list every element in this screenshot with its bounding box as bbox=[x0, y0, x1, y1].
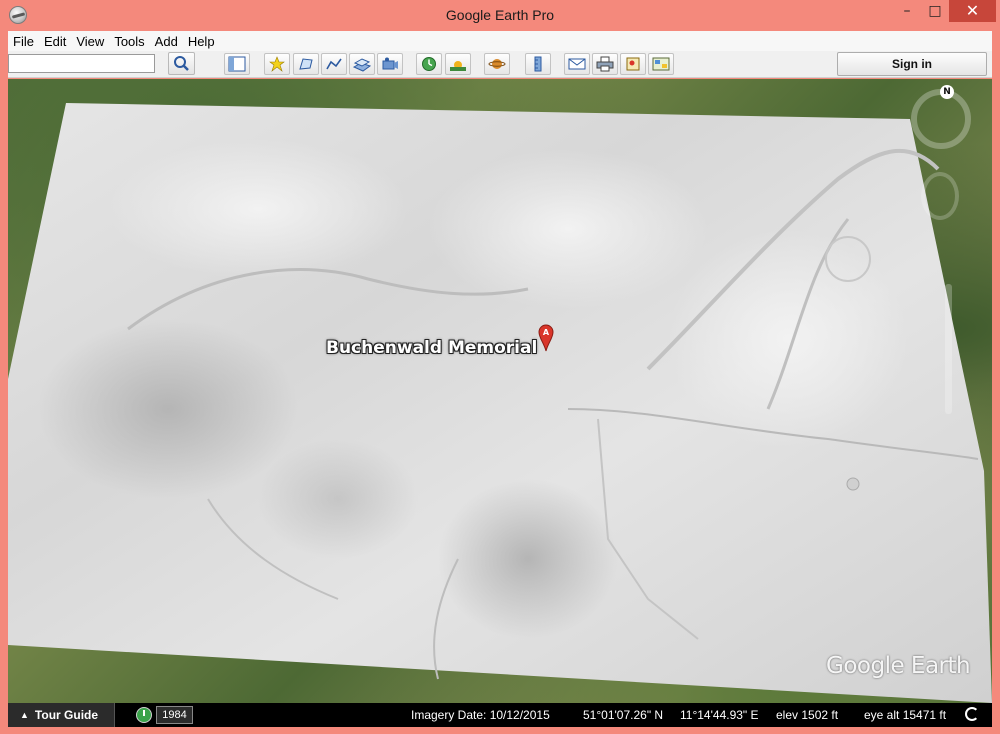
historical-imagery-button[interactable] bbox=[416, 53, 442, 75]
print-button[interactable] bbox=[592, 53, 618, 75]
tour-guide-label: Tour Guide bbox=[34, 708, 99, 722]
save-image-button[interactable] bbox=[620, 53, 646, 75]
view-in-maps-button[interactable] bbox=[648, 53, 674, 75]
eye-altitude-readout: eye alt 15471 ft bbox=[864, 708, 947, 722]
compass-north-icon[interactable]: N bbox=[940, 85, 954, 99]
view-in-maps-icon bbox=[652, 57, 670, 71]
email-button[interactable] bbox=[564, 53, 590, 75]
placemark-pin-icon[interactable]: A bbox=[538, 324, 554, 352]
menu-tools[interactable]: Tools bbox=[109, 34, 149, 49]
image-overlay-icon bbox=[353, 58, 371, 72]
app-window: Google Earth Pro – □ ✕ File Edit View To… bbox=[0, 0, 1000, 734]
save-image-icon bbox=[626, 57, 640, 71]
elevation-readout: elev 1502 ft bbox=[776, 708, 839, 722]
planets-icon bbox=[488, 59, 506, 69]
streaming-icon bbox=[965, 707, 979, 721]
placemark-icon bbox=[269, 56, 285, 72]
planets-button[interactable] bbox=[484, 53, 510, 75]
minimize-button[interactable]: – bbox=[893, 0, 921, 22]
google-earth-watermark: Google Earth bbox=[826, 653, 971, 679]
sign-in-button[interactable]: Sign in bbox=[837, 52, 987, 76]
menu-bar: File Edit View Tools Add Help bbox=[8, 31, 992, 51]
historical-year[interactable]: 1984 bbox=[156, 706, 193, 724]
sidebar-button[interactable] bbox=[224, 53, 250, 75]
search-icon bbox=[174, 56, 189, 71]
menu-view[interactable]: View bbox=[71, 34, 109, 49]
map-view[interactable]: Buchenwald Memorial A Google Earth N bbox=[8, 79, 992, 703]
title-bar[interactable]: Google Earth Pro – □ ✕ bbox=[0, 0, 1000, 31]
search-button[interactable] bbox=[168, 52, 195, 75]
terrain-overlay bbox=[8, 103, 992, 703]
menu-help[interactable]: Help bbox=[183, 34, 220, 49]
add-path-button[interactable] bbox=[321, 53, 347, 75]
sidebar-icon bbox=[228, 56, 246, 72]
record-tour-icon bbox=[382, 57, 398, 70]
add-image-overlay-button[interactable] bbox=[349, 53, 375, 75]
path-icon bbox=[326, 58, 342, 70]
zoom-slider[interactable] bbox=[945, 284, 952, 414]
latitude-readout: 51°01'07.26" N bbox=[583, 708, 664, 722]
add-placemark-button[interactable] bbox=[264, 53, 290, 75]
close-button[interactable]: ✕ bbox=[949, 0, 996, 22]
add-polygon-button[interactable] bbox=[293, 53, 319, 75]
ruler-icon bbox=[534, 56, 542, 72]
menu-file[interactable]: File bbox=[8, 34, 39, 49]
polygon-icon bbox=[299, 58, 313, 70]
look-joystick[interactable] bbox=[921, 172, 959, 220]
email-icon bbox=[568, 58, 586, 70]
maximize-button[interactable]: □ bbox=[921, 0, 949, 22]
ruler-button[interactable] bbox=[525, 53, 551, 75]
caret-up-icon: ▲ bbox=[20, 710, 29, 720]
historical-imagery-clock-icon[interactable] bbox=[136, 707, 152, 723]
compass-ring[interactable] bbox=[911, 89, 971, 149]
tour-guide-button[interactable]: ▲ Tour Guide bbox=[8, 703, 115, 727]
historical-imagery-icon bbox=[422, 57, 436, 71]
window-title: Google Earth Pro bbox=[445, 7, 555, 23]
print-icon bbox=[596, 56, 614, 72]
menu-add[interactable]: Add bbox=[150, 34, 183, 49]
status-bar: ▲ Tour Guide 1984 Imagery Date: 10/12/20… bbox=[8, 703, 992, 727]
sunlight-icon bbox=[450, 61, 466, 71]
longitude-readout: 11°14'44.93" E bbox=[680, 708, 759, 722]
placemark-marker-letter: A bbox=[543, 328, 550, 337]
placemark-label[interactable]: Buchenwald Memorial bbox=[326, 338, 537, 358]
search-input[interactable] bbox=[8, 54, 155, 73]
toolbar: Sign in bbox=[8, 51, 992, 78]
menu-edit[interactable]: Edit bbox=[39, 34, 71, 49]
record-tour-button[interactable] bbox=[377, 53, 403, 75]
sunlight-button[interactable] bbox=[445, 53, 471, 75]
imagery-date: Imagery Date: 10/12/2015 bbox=[411, 708, 550, 722]
